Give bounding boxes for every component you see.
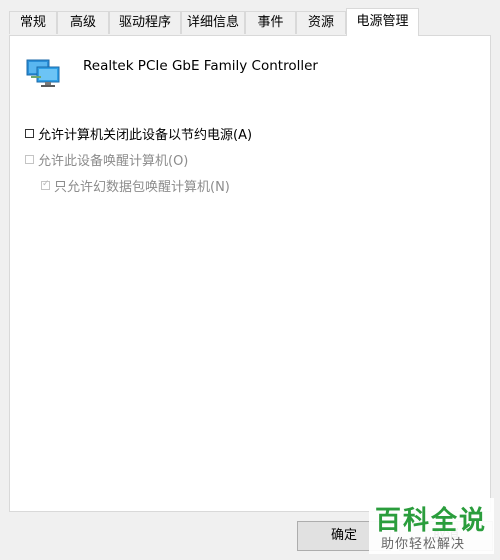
tab-driver[interactable]: 驱动程序 [109,11,181,34]
tab-advanced[interactable]: 高级 [57,11,109,34]
watermark-subtitle: 助你轻松解决 [381,537,466,552]
network-adapter-icon [26,59,60,87]
tab-resources[interactable]: 资源 [296,11,346,34]
tab-details[interactable]: 详细信息 [181,11,245,34]
tab-panel-power-management: Realtek PCIe GbE Family Controller 允许计算机… [9,35,491,512]
device-name: Realtek PCIe GbE Family Controller [83,58,318,74]
allow-wake-label: 允许此设备唤醒计算机(O) [38,154,189,169]
watermark-title: 百科全说 [375,506,488,536]
checkbox-box: ✓ [41,179,50,190]
watermark: 百科全说 助你轻松解决 [369,498,494,554]
allow-wake-checkbox: 允许此设备唤醒计算机(O) [25,150,188,169]
checkbox-box[interactable] [25,129,34,138]
magic-packet-only-checkbox: ✓ 只允许幻数据包唤醒计算机(N) [41,176,230,195]
check-mark-icon: ✓ [42,179,50,189]
tab-events[interactable]: 事件 [245,11,296,34]
tab-power-management[interactable]: 电源管理 [346,8,419,36]
tab-general[interactable]: 常规 [9,11,57,34]
checkbox-box [25,155,34,164]
tab-bar: 常规 高级 驱动程序 详细信息 事件 资源 电源管理 [9,8,491,36]
magic-packet-only-label: 只允许幻数据包唤醒计算机(N) [54,180,230,195]
allow-turn-off-checkbox[interactable]: 允许计算机关闭此设备以节约电源(A) [25,124,252,143]
allow-turn-off-label: 允许计算机关闭此设备以节约电源(A) [38,128,253,143]
